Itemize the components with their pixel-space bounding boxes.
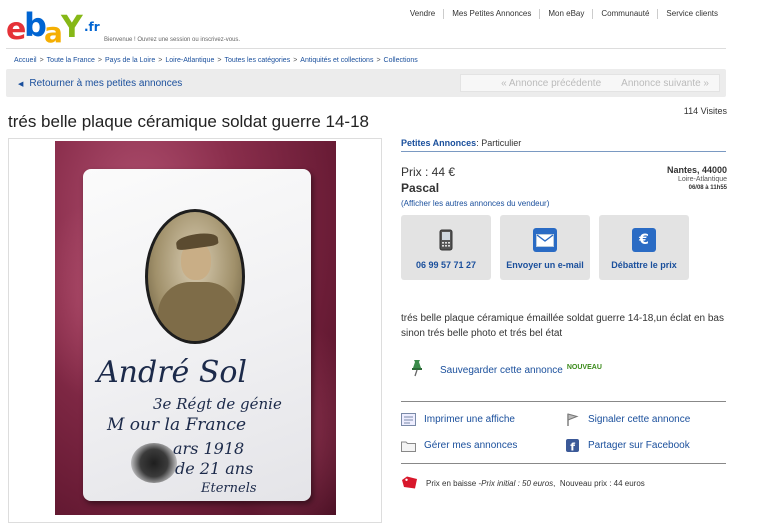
contact-actions: 06 99 57 71 27 Envoyer un e-mail € Débat…: [401, 215, 689, 280]
header-divider: [6, 48, 726, 49]
back-link-label: Retourner à mes petites annonces: [29, 78, 183, 89]
seller-type: : Particulier: [476, 138, 522, 148]
breadcrumb-department[interactable]: Loire-Atlantique: [165, 57, 214, 64]
location-block: Nantes, 44000 Loire-Atlantique 06/08 à 1…: [667, 165, 727, 191]
listing-navbar: ◀ Retourner à mes petites annonces « Anno…: [6, 69, 726, 97]
pushpin-icon: [410, 359, 424, 382]
breadcrumb-region[interactable]: Pays de la Loire: [105, 57, 155, 64]
logo-fr: .fr: [84, 20, 100, 34]
visit-count: 114 Visites: [683, 106, 727, 116]
plaque-inscription: de 21 ans: [175, 459, 254, 478]
flag-icon: [565, 412, 580, 426]
portrait-body: [158, 282, 238, 341]
breadcrumb: Accueil > Toute la France > Pays de la Loire…: [14, 57, 418, 64]
logo-letter-a: a: [44, 16, 63, 49]
listing-pager: « Annonce précédente Annonce suivante »: [460, 74, 720, 92]
back-to-ads-link[interactable]: ◀ Retourner à mes petites annonces: [18, 78, 182, 89]
folder-icon: [401, 439, 416, 452]
listing-title: trés belle plaque céramique soldat guerr…: [8, 112, 370, 131]
plaque-inscription: André Sol: [97, 355, 248, 390]
manage-ads-link[interactable]: Gérer mes annonces: [401, 439, 517, 452]
plaque-chip-mark: [131, 443, 177, 483]
breadcrumb-home[interactable]: Accueil: [14, 57, 37, 64]
plaque-inscription: Eternels: [201, 481, 257, 496]
share-facebook-label: Partager sur Facebook: [588, 440, 690, 451]
negotiate-price-label: Débattre le prix: [611, 260, 677, 270]
initial-price: Prix initial : 50 euros: [481, 479, 554, 488]
breadcrumb-all-categories[interactable]: Toutes les catégories: [224, 57, 290, 64]
manage-ads-label: Gérer mes annonces: [424, 440, 518, 451]
ebay-logo[interactable]: e b a Y .fr: [6, 6, 100, 49]
location-city: Nantes, 44000: [666, 165, 727, 175]
breadcrumb-collections[interactable]: Collections: [384, 57, 418, 64]
logo-letter-b: b: [24, 6, 47, 44]
ceramic-plaque: André Sol 3e Régt de génie M our la Fran…: [83, 169, 311, 501]
section-divider: [401, 463, 726, 464]
posted-date: 06/08 à 11h55: [688, 185, 727, 191]
new-price: , Nouveau prix : 44 euros: [553, 479, 645, 488]
price: Prix : 44 €: [401, 165, 456, 179]
seller-other-ads-link[interactable]: (Afficher les autres annonces du vendeur…: [401, 199, 549, 208]
save-listing-button[interactable]: Sauvegarder cette annonce NOUVEAU: [410, 359, 602, 382]
nav-my-ebay[interactable]: Mon eBay: [539, 9, 592, 19]
listing-photo[interactable]: André Sol 3e Régt de génie M our la Fran…: [55, 141, 336, 515]
nav-customer-service[interactable]: Service clients: [657, 9, 726, 19]
soldier-portrait: [145, 209, 245, 344]
welcome-text: Bienvenue ! Ouvrez une session ou inscri…: [104, 37, 241, 43]
location-region: Loire-Atlantique: [677, 176, 727, 183]
share-facebook-link[interactable]: f Partager sur Facebook: [565, 439, 690, 452]
negotiate-price-button[interactable]: € Débattre le prix: [599, 215, 689, 280]
logo-letter-e: e: [6, 12, 26, 47]
section-divider: [401, 401, 726, 402]
phone-button[interactable]: 06 99 57 71 27: [401, 215, 491, 280]
price-tag-icon: [401, 476, 418, 491]
euro-icon: €: [632, 228, 656, 252]
next-listing-button[interactable]: Annonce suivante »: [611, 78, 719, 89]
svg-text:f: f: [570, 441, 575, 453]
nav-community[interactable]: Communauté: [592, 9, 657, 19]
nav-sell[interactable]: Vendre: [402, 9, 443, 19]
print-poster-link[interactable]: Imprimer une affiche: [401, 413, 515, 426]
triangle-left-icon: ◀: [18, 81, 24, 88]
photo-frame: André Sol 3e Régt de génie M our la Fran…: [8, 138, 382, 523]
nav-my-ads[interactable]: Mes Petites Annonces: [443, 9, 539, 19]
price-drop-label: Prix en baisse -: [426, 479, 482, 488]
report-listing-link[interactable]: Signaler cette annonce: [565, 412, 691, 426]
new-badge: NOUVEAU: [566, 364, 602, 371]
phone-number: 06 99 57 71 27: [415, 260, 477, 270]
breadcrumb-antiques[interactable]: Antiquités et collections: [300, 57, 373, 64]
print-poster-label: Imprimer une affiche: [424, 414, 515, 425]
send-email-button[interactable]: Envoyer un e-mail: [500, 215, 590, 280]
send-email-label: Envoyer un e-mail: [506, 260, 584, 270]
plaque-inscription: ars 1918: [173, 439, 245, 458]
plaque-inscription: M our la France: [107, 415, 247, 435]
top-navigation: Vendre Mes Petites Annonces Mon eBay Com…: [402, 9, 726, 19]
facebook-icon: f: [565, 439, 580, 452]
print-icon: [401, 413, 416, 426]
category-line: Petites Annonces: Particulier: [401, 138, 726, 152]
envelope-icon: [533, 228, 557, 252]
plaque-inscription: 3e Régt de génie: [153, 395, 282, 413]
seller-name: Pascal: [401, 181, 440, 195]
portrait-cap: [175, 231, 219, 251]
price-drop-info: Prix en baisse - Prix initial : 50 euros…: [401, 476, 645, 491]
breadcrumb-france[interactable]: Toute la France: [47, 57, 95, 64]
listing-description: trés belle plaque céramique émaillée sol…: [401, 313, 724, 339]
save-listing-label: Sauvegarder cette annonce: [440, 365, 563, 376]
category-link[interactable]: Petites Annonces: [401, 138, 476, 148]
phone-icon: [434, 228, 458, 252]
logo-letter-y: Y: [61, 10, 83, 45]
report-listing-label: Signaler cette annonce: [588, 414, 691, 425]
previous-listing-button[interactable]: « Annonce précédente: [491, 78, 611, 89]
